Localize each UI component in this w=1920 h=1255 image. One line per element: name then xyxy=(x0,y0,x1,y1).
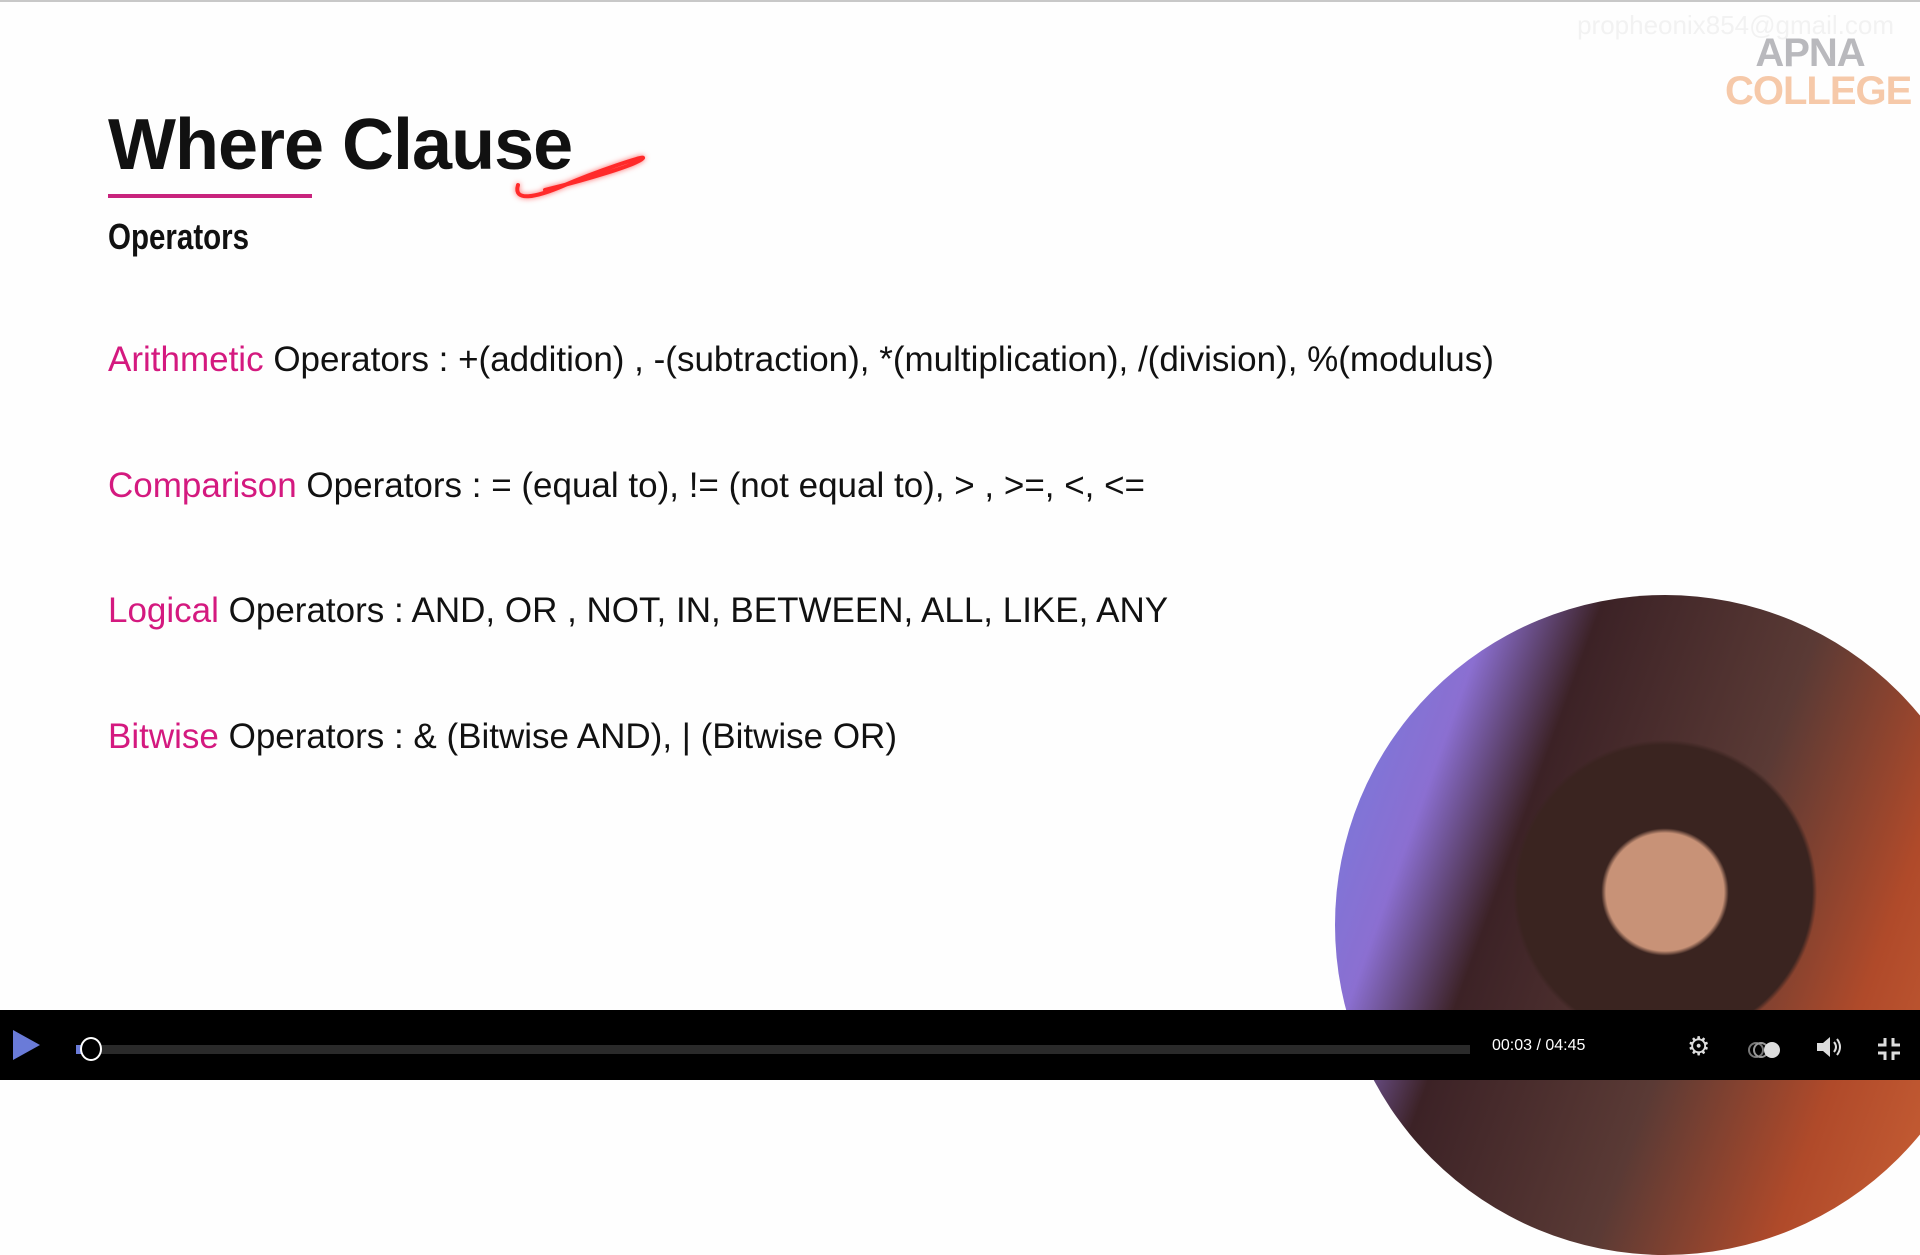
operator-keyword: Bitwise xyxy=(108,717,219,756)
operator-keyword: Logical xyxy=(108,591,219,630)
exit-fullscreen-icon[interactable] xyxy=(1878,1037,1900,1065)
operator-line-arithmetic: Arithmetic Operators : +(addition) , -(s… xyxy=(108,340,1494,380)
video-controls-bar: 00:03 / 04:45 ⚙ xyxy=(0,1010,1920,1080)
time-display: 00:03 / 04:45 xyxy=(1492,1037,1586,1054)
operator-description: Operators : = (equal to), != (not equal … xyxy=(296,466,1145,505)
volume-icon[interactable] xyxy=(1815,1035,1843,1064)
operator-description: Operators : & (Bitwise AND), | (Bitwise … xyxy=(218,717,897,756)
progress-bar[interactable] xyxy=(76,1045,1470,1054)
operator-keyword: Arithmetic xyxy=(108,340,264,379)
play-icon[interactable] xyxy=(13,1030,40,1060)
operator-line-logical: Logical Operators : AND, OR , NOT, IN, B… xyxy=(108,591,1168,631)
operator-keyword: Comparison xyxy=(108,466,297,505)
speed-toggle-icon[interactable] xyxy=(1748,1037,1782,1065)
slide-subtitle: Operators xyxy=(108,216,250,257)
operator-description: Operators : AND, OR , NOT, IN, BETWEEN, … xyxy=(218,591,1169,630)
operator-line-bitwise: Bitwise Operators : & (Bitwise AND), | (… xyxy=(108,717,897,757)
top-border xyxy=(0,0,1920,2)
slide-title: Where Clause xyxy=(108,105,573,185)
presenter-webcam-overlay xyxy=(1335,595,1920,1255)
settings-gear-icon[interactable]: ⚙ xyxy=(1687,1032,1710,1060)
logo-line-1: APNA xyxy=(1755,31,1865,75)
operator-description: Operators : +(addition) , -(subtraction)… xyxy=(263,340,1494,379)
title-underline xyxy=(108,194,312,198)
logo-line-2: COLLEGE xyxy=(1725,69,1912,113)
apna-college-logo: APNA COLLEGE xyxy=(1725,31,1912,113)
red-annotation-scribble xyxy=(515,155,646,199)
operator-line-comparison: Comparison Operators : = (equal to), != … xyxy=(108,466,1145,506)
progress-thumb[interactable] xyxy=(80,1037,102,1061)
